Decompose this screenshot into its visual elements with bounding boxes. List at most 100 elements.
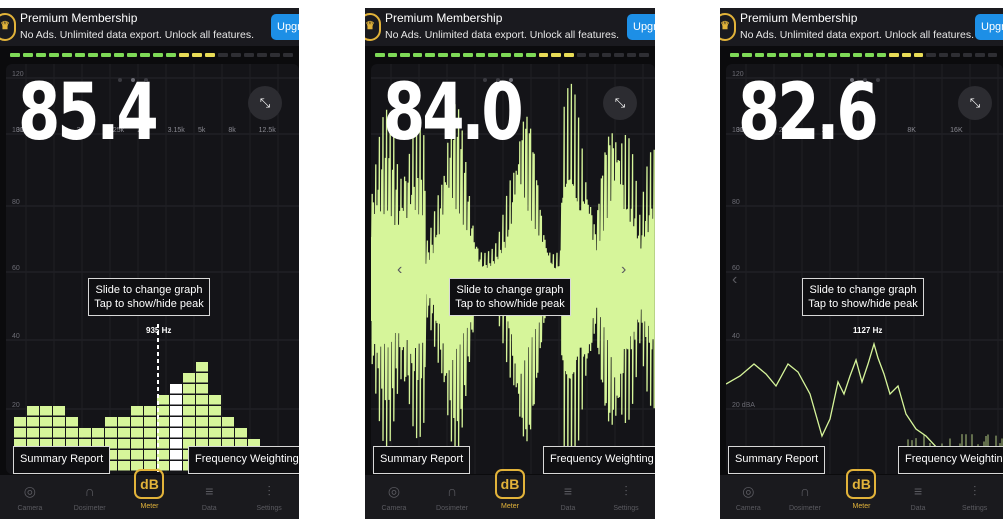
tab-data[interactable]: ≡ Data — [890, 475, 947, 519]
spectrum-bar-cell — [66, 428, 78, 438]
summary-report-button[interactable]: Summary Report — [728, 446, 825, 474]
tab-dosimeter[interactable]: ∩ Dosimeter — [777, 475, 834, 519]
premium-banner[interactable]: ♛ Premium Membership No Ads. Unlimited d… — [720, 8, 1003, 46]
level-segment — [88, 53, 98, 57]
hint-line-2: Tap to show/hide peak — [89, 297, 209, 311]
page-dots — [118, 78, 148, 82]
axis-label: 20 dBA — [732, 402, 755, 409]
data-icon: ≡ — [890, 481, 947, 501]
spectrum-bar-cell — [209, 406, 221, 416]
spectrum-bar-cell — [170, 406, 182, 416]
tab-camera[interactable]: ◎ Camera — [0, 475, 60, 519]
tab-label: Settings — [239, 505, 299, 512]
tab-label: Dosimeter — [60, 505, 120, 512]
spectrum-bar-cell — [196, 362, 208, 372]
tab-label: Meter — [481, 503, 539, 510]
spectrum-bar-cell — [27, 428, 39, 438]
level-segment — [816, 53, 825, 57]
tab-settings[interactable]: ⫶ Settings — [239, 475, 299, 519]
level-segment — [413, 53, 423, 57]
hint-box[interactable]: Slide to change graph Tap to show/hide p… — [88, 278, 210, 316]
level-segment — [179, 53, 189, 57]
minimize-button[interactable]: ⤡ — [248, 86, 282, 120]
level-meter — [375, 53, 649, 57]
summary-report-button[interactable]: Summary Report — [373, 446, 470, 474]
tab-meter[interactable]: dB Meter — [481, 475, 539, 519]
level-segment — [639, 53, 649, 57]
tab-label: Data — [179, 505, 239, 512]
spectrum-bar-cell — [27, 406, 39, 416]
level-segment — [804, 53, 813, 57]
upgrade-button[interactable]: Upgr — [975, 14, 1003, 40]
level-segment — [840, 53, 849, 57]
tab-camera[interactable]: ◎ Camera — [365, 475, 423, 519]
frequency-weighting-button[interactable]: Frequency Weighting — [898, 446, 1003, 474]
screen-waveform: ♛ Premium Membership No Ads. Unlimited d… — [365, 8, 655, 519]
banner-subtitle: No Ads. Unlimited data export. Unlock al… — [20, 29, 254, 41]
level-segment — [589, 53, 599, 57]
level-segment — [526, 53, 536, 57]
summary-report-button[interactable]: Summary Report — [13, 446, 110, 474]
tab-label: Dosimeter — [423, 505, 481, 512]
frequency-weighting-button[interactable]: Frequency Weighting — [543, 446, 655, 474]
spectrum-bar-cell — [183, 384, 195, 394]
spectrum-bar-cell — [183, 417, 195, 427]
collapse-icon: ⤡ — [615, 95, 625, 110]
spectrum-bar-cell — [66, 417, 78, 427]
frequency-label: 8k — [228, 127, 236, 134]
hint-line-2: Tap to show/hide peak — [803, 297, 923, 311]
crown-icon: ♛ — [0, 13, 16, 41]
spectrum-bar-cell — [196, 373, 208, 383]
premium-banner[interactable]: ♛ Premium Membership No Ads. Unlimited d… — [0, 8, 299, 46]
banner-title: Premium Membership — [385, 11, 502, 25]
banner-subtitle: No Ads. Unlimited data export. Unlock al… — [385, 29, 619, 41]
upgrade-button[interactable]: Upgr — [271, 14, 299, 40]
spectrum-bar-cell — [79, 428, 91, 438]
tab-data[interactable]: ≡ Data — [539, 475, 597, 519]
camera-icon: ◎ — [720, 481, 777, 501]
level-segment — [614, 53, 624, 57]
hint-box[interactable]: Slide to change graph Tap to show/hide p… — [802, 278, 924, 316]
tab-meter[interactable]: dB Meter — [833, 475, 890, 519]
settings-icon: ⫶ — [946, 481, 1003, 501]
upgrade-button[interactable]: Upgr — [627, 14, 655, 40]
tab-settings[interactable]: ⫶ Settings — [946, 475, 1003, 519]
tab-meter[interactable]: dB Meter — [120, 475, 180, 519]
spectrum-bar-cell — [196, 428, 208, 438]
tab-dosimeter[interactable]: ∩ Dosimeter — [423, 475, 481, 519]
level-segment — [791, 53, 800, 57]
spectrum-bar-cell — [131, 417, 143, 427]
frequency-weighting-button[interactable]: Frequency Weighting — [188, 446, 299, 474]
tab-camera[interactable]: ◎ Camera — [720, 475, 777, 519]
data-icon: ≡ — [539, 481, 597, 501]
hint-line-1: Slide to change graph — [450, 283, 570, 297]
camera-icon: ◎ — [0, 481, 60, 501]
spectrum-bar-cell — [131, 406, 143, 416]
level-segment — [127, 53, 137, 57]
level-meter — [730, 53, 997, 57]
level-segment — [400, 53, 410, 57]
headphones-icon: ∩ — [777, 481, 834, 501]
level-segment — [62, 53, 72, 57]
premium-banner[interactable]: ♛ Premium Membership No Ads. Unlimited d… — [365, 8, 655, 46]
frequency-label: 8K — [907, 127, 916, 134]
spectrum-bar-cell — [196, 384, 208, 394]
level-segment — [257, 53, 267, 57]
tab-bar: ◎ Camera ∩ Dosimeter dB Meter ≡ Data ⫶ Settings — [720, 475, 1003, 519]
spectrum-bar-cell — [235, 428, 247, 438]
hint-box[interactable]: Slide to change graph Tap to show/hide p… — [449, 278, 571, 316]
level-segment — [828, 53, 837, 57]
tab-settings[interactable]: ⫶ Settings — [597, 475, 655, 519]
minimize-button[interactable]: ⤡ — [958, 86, 992, 120]
tab-dosimeter[interactable]: ∩ Dosimeter — [60, 475, 120, 519]
level-segment — [602, 53, 612, 57]
level-segment — [36, 53, 46, 57]
spectrum-bar-cell — [144, 439, 156, 449]
meter-icon: dB — [495, 469, 525, 499]
tab-data[interactable]: ≡ Data — [179, 475, 239, 519]
frequency-label: 16K — [950, 127, 963, 134]
banner-subtitle: No Ads. Unlimited data export. Unlock al… — [740, 29, 974, 41]
spectrum-bar-cell — [131, 439, 143, 449]
minimize-button[interactable]: ⤡ — [603, 86, 637, 120]
level-segment — [244, 53, 254, 57]
